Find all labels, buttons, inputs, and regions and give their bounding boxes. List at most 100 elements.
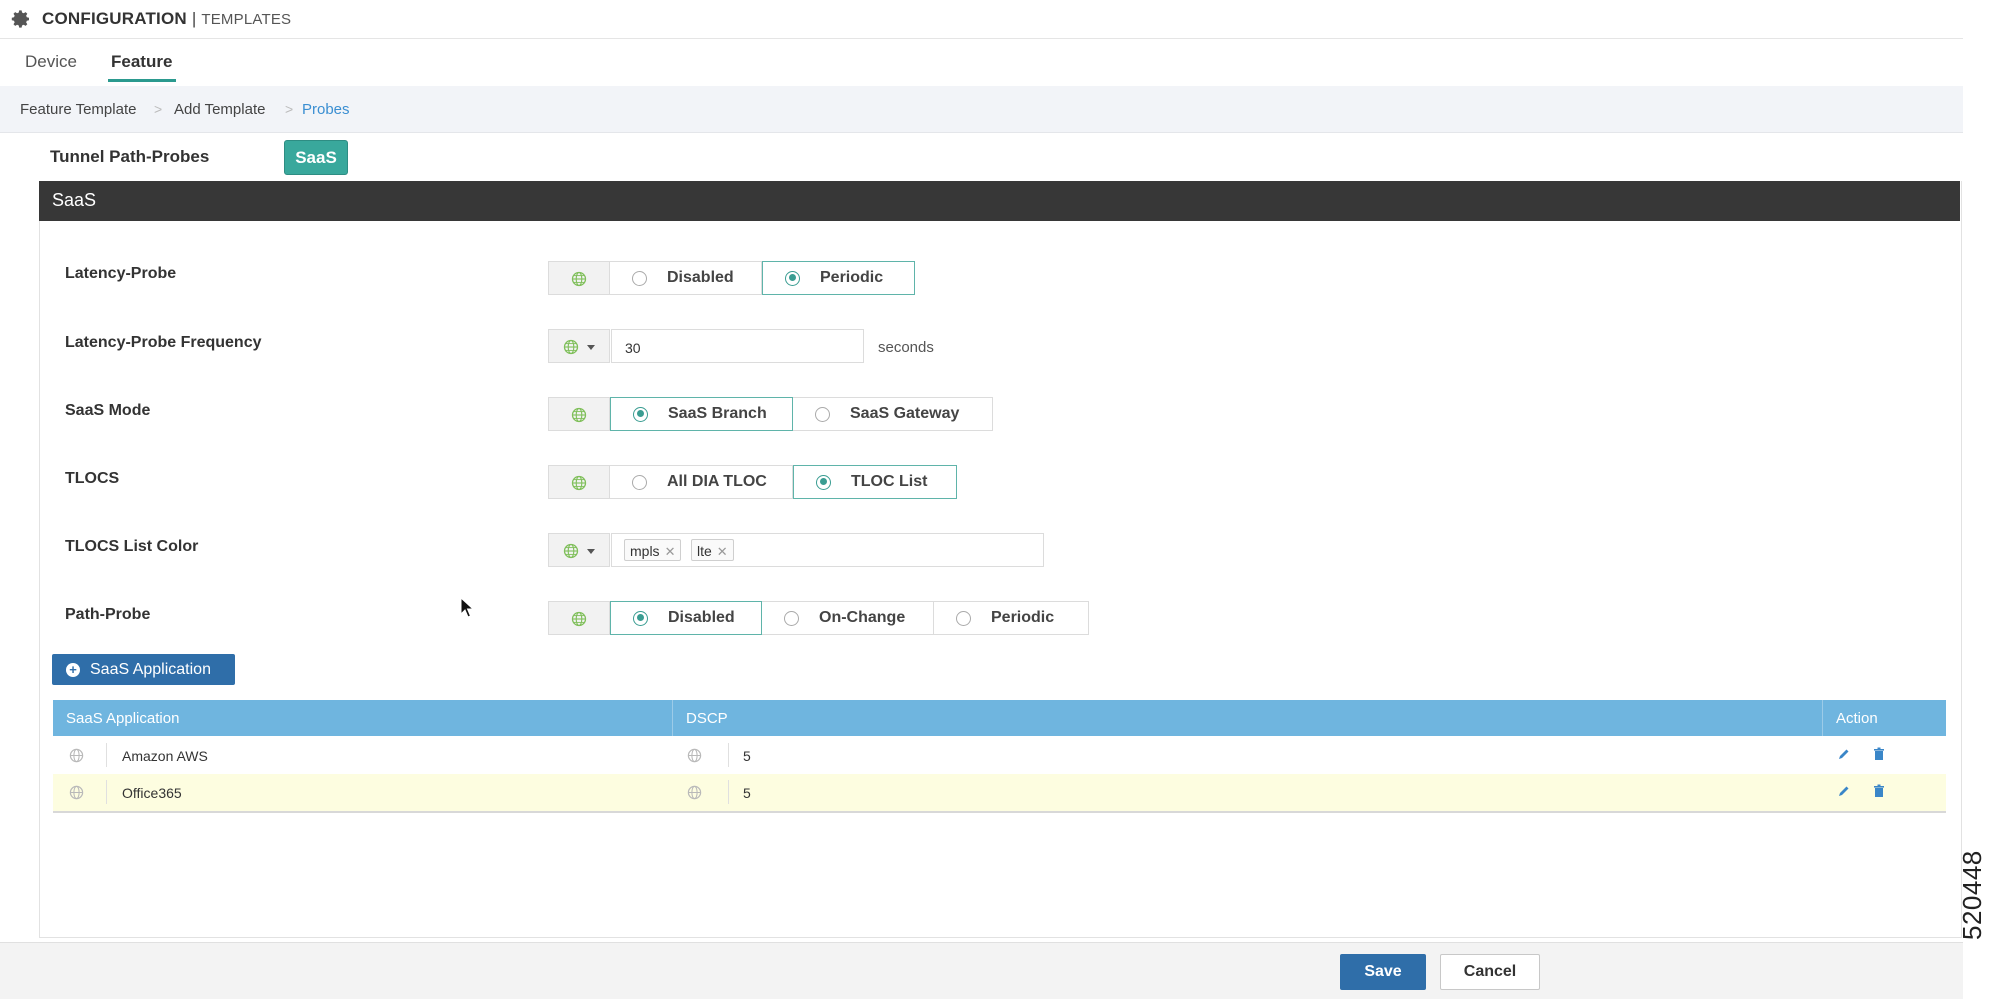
cancel-button[interactable]: Cancel: [1440, 954, 1540, 990]
saas-mode-radio-group: SaaS Branch SaaS Gateway: [610, 397, 993, 431]
saas-panel-title: SaaS: [52, 190, 97, 210]
path-probe-scope[interactable]: [548, 601, 610, 635]
breadcrumb-separator: >: [154, 101, 163, 117]
column-header-action: Action: [1836, 710, 1878, 727]
saas-mode-option-label: SaaS Gateway: [850, 405, 960, 422]
tlocs-list-color-scope-dropdown[interactable]: [548, 533, 610, 567]
saas-application-cell: Amazon AWS: [122, 748, 208, 764]
path-probe-label: Path-Probe: [65, 606, 151, 623]
figure-id: 520448: [1957, 850, 1987, 940]
cell-divider: [728, 780, 729, 804]
tab-feature[interactable]: Feature: [111, 52, 172, 72]
saas-mode-scope[interactable]: [548, 397, 610, 431]
frequency-unit-label: seconds: [878, 339, 934, 356]
page-title: CONFIGURATION | TEMPLATES: [42, 9, 291, 29]
right-margin: [1963, 0, 2003, 998]
chevron-down-icon: [587, 345, 595, 350]
save-button[interactable]: Save: [1340, 954, 1426, 990]
close-icon[interactable]: ✕: [665, 544, 676, 559]
latency-probe-option-periodic[interactable]: Periodic: [762, 261, 915, 295]
tag-label: lte: [697, 543, 712, 559]
path-probe-option-disabled[interactable]: Disabled: [610, 601, 762, 635]
tlocs-label: TLOCS: [65, 470, 120, 487]
radio-icon: [816, 474, 831, 490]
cell-divider: [106, 743, 107, 767]
tlocs-option-label: All DIA TLOC: [667, 473, 767, 490]
latency-probe-option-disabled[interactable]: Disabled: [610, 261, 762, 295]
breadcrumb-feature-template[interactable]: Feature Template: [20, 101, 136, 118]
tlocs-list-color-label: TLOCS List Color: [65, 538, 199, 555]
globe-icon: [563, 543, 579, 559]
plus-circle-icon: +: [66, 662, 80, 677]
trash-icon[interactable]: [1873, 747, 1885, 761]
saas-mode-option-label: SaaS Branch: [668, 405, 767, 422]
trash-icon[interactable]: [1873, 784, 1885, 798]
cell-divider: [106, 780, 107, 804]
tag-mpls: mpls ✕: [624, 539, 682, 561]
page-title-sub: TEMPLATES: [201, 11, 292, 28]
latency-probe-scope[interactable]: [548, 261, 610, 295]
globe-icon: [571, 475, 587, 491]
chevron-down-icon: [587, 549, 595, 554]
tlocs-radio-group: All DIA TLOC TLOC List: [610, 465, 957, 499]
saas-mode-option-branch[interactable]: SaaS Branch: [610, 397, 793, 431]
globe-icon: [571, 611, 587, 627]
latency-probe-frequency-input[interactable]: 30: [611, 329, 864, 363]
breadcrumb: Feature Template > Add Template > Probes: [0, 86, 1963, 133]
page-title-separator: |: [186, 9, 202, 28]
path-probe-radio-group: Disabled On-Change Periodic: [610, 601, 1089, 635]
add-saas-application-button[interactable]: + SaaS Application: [52, 654, 235, 685]
tag-label: mpls: [630, 543, 660, 559]
pencil-icon[interactable]: [1837, 747, 1851, 761]
tag-lte: lte ✕: [691, 539, 734, 561]
path-probe-option-on-change[interactable]: On-Change: [762, 601, 934, 635]
column-divider: [1822, 700, 1823, 736]
dscp-cell: 5: [743, 748, 751, 764]
tlocs-option-tloc-list[interactable]: TLOC List: [793, 465, 957, 499]
saas-mode-label: SaaS Mode: [65, 402, 151, 419]
breadcrumb-probes: Probes: [302, 101, 350, 118]
tlocs-list-color-input[interactable]: mpls ✕ lte ✕: [611, 533, 1044, 567]
tab-bar: Device Feature: [0, 39, 1963, 83]
tab-device[interactable]: Device: [25, 52, 77, 72]
radio-icon: [632, 270, 647, 286]
saas-application-cell: Office365: [122, 785, 182, 801]
latency-probe-frequency-scope-dropdown[interactable]: [548, 329, 610, 363]
breadcrumb-separator: >: [285, 101, 294, 117]
tlocs-scope[interactable]: [548, 465, 610, 499]
cell-divider: [728, 743, 729, 767]
saas-chip-button[interactable]: SaaS: [284, 140, 348, 175]
latency-probe-option-label: Periodic: [820, 269, 884, 286]
column-header-dscp[interactable]: DSCP: [686, 710, 728, 727]
latency-probe-option-label: Disabled: [667, 269, 734, 286]
path-probe-option-label: Periodic: [991, 609, 1055, 626]
radio-icon: [815, 406, 830, 422]
radio-icon: [784, 610, 799, 626]
saas-mode-option-gateway[interactable]: SaaS Gateway: [793, 397, 993, 431]
tunnel-path-probes-label: Tunnel Path-Probes: [50, 147, 210, 166]
close-icon[interactable]: ✕: [717, 544, 728, 559]
pencil-icon[interactable]: [1837, 784, 1851, 798]
column-header-saas-application[interactable]: SaaS Application: [66, 710, 179, 727]
table-row: Amazon AWS 5: [53, 737, 1946, 775]
radio-icon: [632, 474, 647, 490]
tlocs-option-all-dia[interactable]: All DIA TLOC: [610, 465, 793, 499]
breadcrumb-add-template[interactable]: Add Template: [174, 101, 265, 118]
table-bottom-border: [53, 811, 1946, 813]
radio-icon: [633, 610, 648, 626]
path-probe-option-label: On-Change: [819, 609, 906, 626]
mouse-pointer-icon: [460, 597, 474, 618]
globe-icon: [69, 785, 84, 800]
latency-probe-frequency-label: Latency-Probe Frequency: [65, 334, 262, 351]
path-probe-option-label: Disabled: [668, 609, 735, 626]
globe-icon: [563, 339, 579, 355]
footer-bar: [0, 942, 1963, 999]
radio-icon: [956, 610, 971, 626]
gear-icon: [11, 10, 30, 28]
add-saas-application-label: SaaS Application: [90, 660, 211, 678]
tab-active-indicator: [108, 79, 176, 82]
path-probe-option-periodic[interactable]: Periodic: [934, 601, 1089, 635]
column-divider: [672, 700, 673, 736]
globe-icon: [571, 271, 587, 287]
radio-icon: [633, 406, 648, 422]
